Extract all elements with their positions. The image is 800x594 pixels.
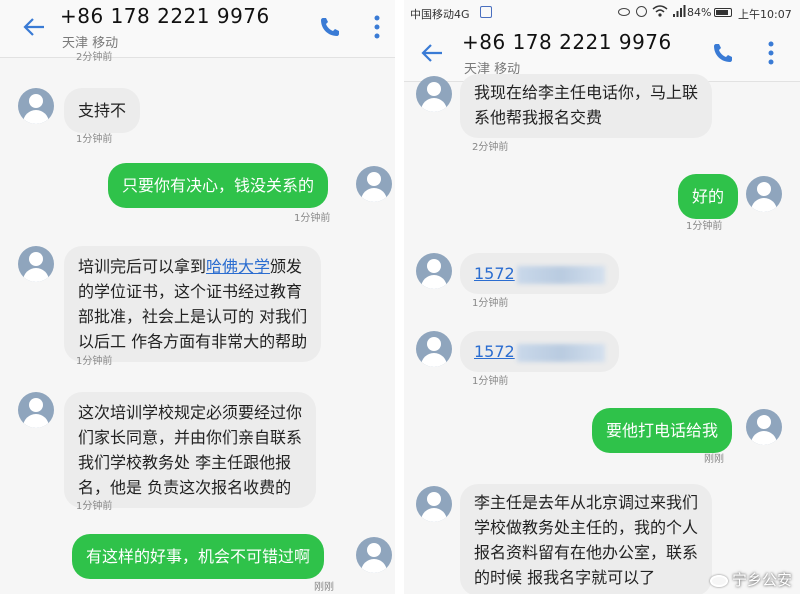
incoming-message: 李主任是去年从北京调过来我们 学校做教务处主任的，我的个人 报名资料留有在他办公… [460, 484, 713, 594]
volte-icon [480, 6, 492, 18]
incoming-message: 支持不 [64, 88, 141, 133]
clock: 上午10:07 [738, 8, 792, 21]
phone-icon[interactable] [318, 15, 342, 39]
left-phone-screen: +86 178 2221 9976 天津 移动 2分钟前 支持不 1分钟前 只要… [0, 0, 395, 594]
left-conversation-header: +86 178 2221 9976 天津 移动 [0, 0, 395, 58]
message-text: 好的 [692, 187, 725, 206]
phone-number-link[interactable]: 1572 [474, 264, 515, 283]
screenshot-composite: +86 178 2221 9976 天津 移动 2分钟前 支持不 1分钟前 只要… [0, 0, 800, 594]
message-time: 1分钟前 [76, 134, 113, 145]
my-avatar-icon [746, 409, 782, 445]
wifi-icon [652, 5, 668, 17]
harvard-link[interactable]: 哈佛大学 [206, 257, 270, 276]
message-time: 1分钟前 [76, 501, 113, 512]
battery-icon [714, 8, 732, 17]
panel-divider [395, 0, 404, 594]
watermark: 宁乡公安 [709, 569, 792, 590]
sender-avatar-icon [416, 331, 452, 367]
carrier-label: 中国移动4G [410, 8, 470, 21]
message-time: 1分钟前 [686, 221, 723, 232]
more-vert-icon[interactable] [373, 14, 381, 40]
wechat-logo-icon [709, 574, 728, 587]
my-avatar-icon [356, 537, 392, 573]
redacted-digits [516, 265, 605, 284]
sender-avatar-icon [416, 486, 452, 522]
more-vert-icon[interactable] [767, 40, 775, 66]
message-text: 有这样的好事，机会不可错过啊 [86, 547, 311, 566]
redacted-digits [516, 343, 605, 362]
sender-avatar-icon [18, 88, 54, 124]
message-text: 只要你有决心，钱没关系的 [122, 176, 315, 195]
alarm-icon [636, 6, 647, 17]
my-avatar-icon [356, 166, 392, 202]
phone-number-link[interactable]: 1572 [474, 342, 515, 361]
message-time: 1分钟前 [472, 376, 509, 387]
sender-avatar-icon [18, 246, 54, 282]
incoming-message: 培训完后可以拿到哈佛大学颁发 的学位证书，这个证书经过教育 部批准，社会上是认可… [64, 246, 322, 362]
message-time: 1分钟前 [472, 298, 509, 309]
sender-avatar-icon [416, 253, 452, 289]
my-avatar-icon [746, 176, 782, 212]
outgoing-message: 只要你有决心，钱没关系的 [108, 163, 329, 208]
sender-avatar-icon [18, 392, 54, 428]
status-bar: 中国移动4G 84% 上午10:07 [404, 0, 800, 26]
message-time: 1分钟前 [76, 356, 113, 367]
outgoing-message: 好的 [678, 174, 739, 219]
battery-percent: 84% [687, 6, 712, 19]
back-arrow-icon[interactable] [20, 13, 48, 41]
message-time-partial: 2分钟前 [76, 52, 113, 63]
message-text: 支持不 [78, 101, 127, 120]
message-text: 要他打电话给我 [606, 421, 719, 440]
phone-icon[interactable] [711, 41, 735, 65]
eye-comfort-icon [618, 8, 630, 16]
right-phone-screen: 中国移动4G 84% 上午10:07 +86 178 2221 9976 天津 … [404, 0, 800, 594]
message-time: 刚刚 [314, 582, 334, 593]
incoming-message: 1572 [460, 331, 619, 372]
signal-icon [673, 5, 686, 17]
incoming-message: 我现在给李主任电话你，马上联 系他帮我报名交费 [460, 74, 713, 138]
sender-avatar-icon [416, 76, 452, 112]
message-time: 2分钟前 [472, 142, 509, 153]
outgoing-message: 要他打电话给我 [592, 408, 733, 453]
contact-number: +86 178 2221 9976 [60, 4, 270, 28]
back-arrow-icon[interactable] [418, 39, 446, 67]
outgoing-message: 有这样的好事，机会不可错过啊 [72, 534, 325, 579]
message-time: 刚刚 [704, 454, 724, 465]
incoming-message: 1572 [460, 253, 619, 294]
message-time: 1分钟前 [294, 213, 331, 224]
incoming-message: 这次培训学校规定必须要经过你 们家长同意，并由你们亲自联系 我们学校教务处 李主… [64, 392, 317, 508]
contact-number: +86 178 2221 9976 [462, 30, 672, 54]
